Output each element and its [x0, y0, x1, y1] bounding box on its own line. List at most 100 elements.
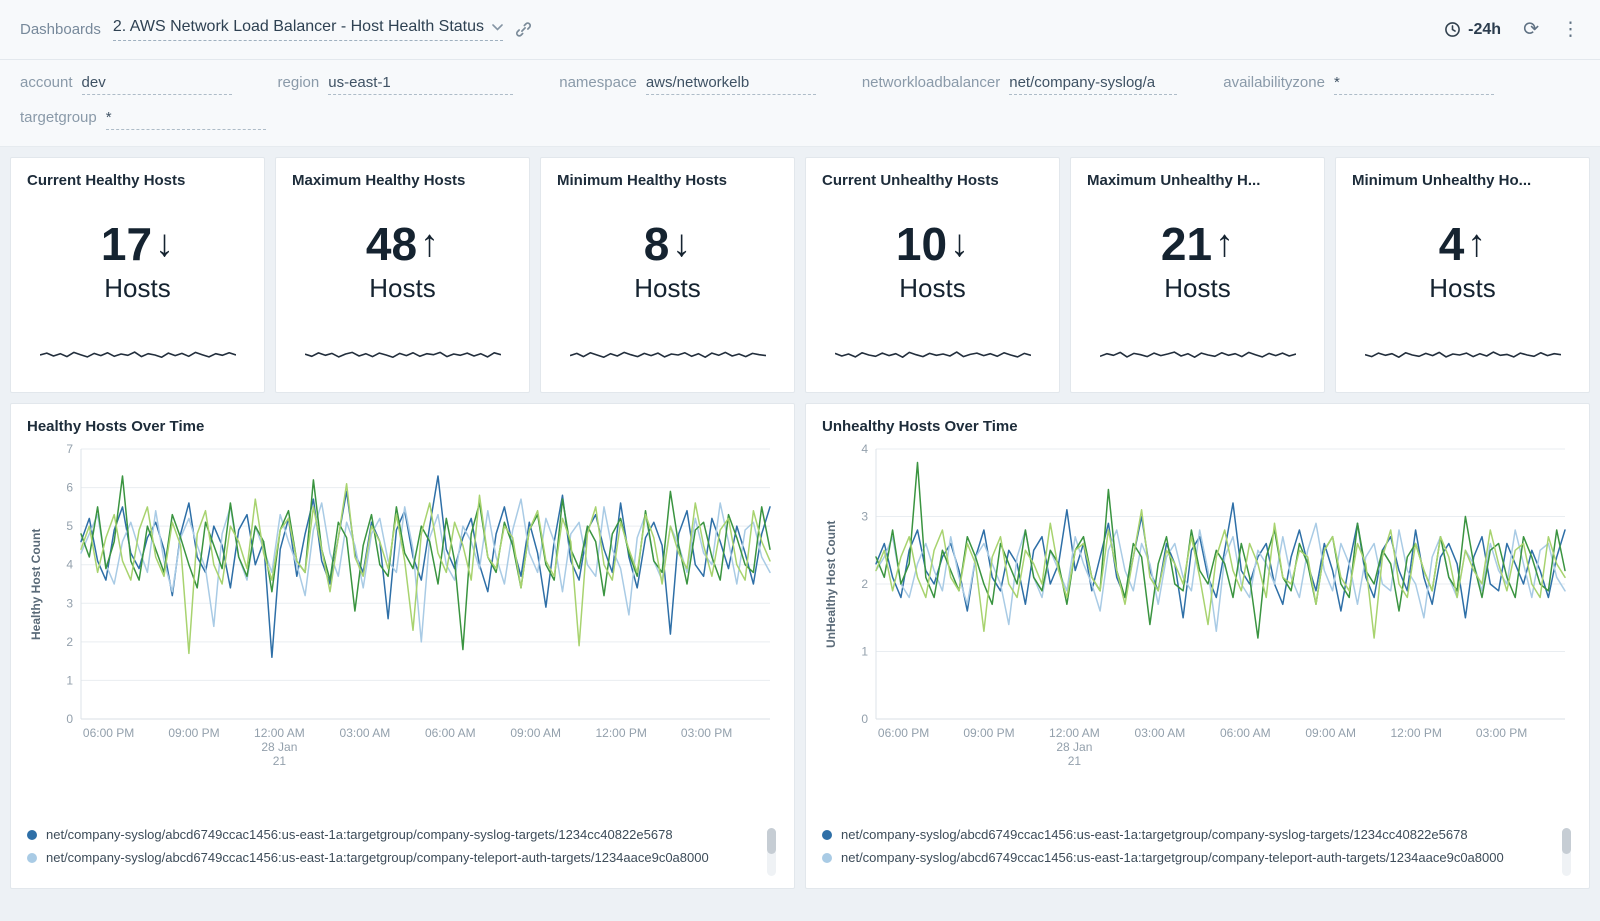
stat-value: 10↓ [896, 221, 969, 267]
top-bar-right: -24h ⟳ ⋮ [1444, 18, 1580, 41]
time-range-value: -24h [1468, 21, 1501, 39]
filter-label: networkloadbalancer [862, 74, 1000, 91]
svg-text:12:00 AM28 Jan21: 12:00 AM28 Jan21 [1049, 726, 1100, 768]
panel-minimum-unhealthy-hosts: Minimum Unhealthy Ho... 4↑ Hosts [1335, 157, 1590, 393]
svg-text:06:00 PM: 06:00 PM [878, 726, 929, 740]
svg-text:3: 3 [66, 596, 73, 610]
stat-content: 21↑ Hosts [1087, 181, 1308, 344]
stat-value: 4↑ [1439, 221, 1487, 267]
stat-number: 21 [1161, 221, 1212, 267]
stat-content: 10↓ Hosts [822, 181, 1043, 344]
legend-item[interactable]: net/company-syslog/abcd6749ccac1456:us-e… [27, 849, 756, 867]
svg-text:09:00 AM: 09:00 AM [1305, 726, 1356, 740]
svg-text:12:00 PM: 12:00 PM [596, 726, 647, 740]
stat-unit: Hosts [1164, 273, 1230, 304]
svg-text:03:00 PM: 03:00 PM [1476, 726, 1527, 740]
y-axis-label: Healthy Host Count [27, 439, 45, 729]
dashboard-title: 2. AWS Network Load Balancer - Host Heal… [113, 18, 484, 36]
filter-value-input[interactable]: * [1334, 74, 1494, 95]
svg-text:0: 0 [66, 712, 73, 726]
chart-plot[interactable]: 0123456706:00 PM09:00 PM12:00 AM28 Jan21… [45, 439, 778, 826]
breadcrumb[interactable]: Dashboards [20, 21, 101, 38]
trend-up-icon: ↑ [420, 225, 439, 263]
filter-value-input[interactable]: dev [82, 74, 232, 95]
legend-scrollbar-thumb[interactable] [767, 828, 776, 854]
stat-unit: Hosts [1429, 273, 1495, 304]
sparkline [1100, 344, 1296, 366]
svg-text:4: 4 [66, 558, 73, 572]
svg-text:12:00 AM28 Jan21: 12:00 AM28 Jan21 [254, 726, 305, 768]
filter-namespace: namespace aws/networkelb [559, 74, 816, 95]
trend-down-icon: ↓ [155, 225, 174, 263]
refresh-icon[interactable]: ⟳ [1523, 18, 1539, 41]
filter-label: availabilityzone [1223, 74, 1325, 91]
panel-unhealthy-hosts-over-time: Unhealthy Hosts Over Time UnHealthy Host… [805, 403, 1590, 889]
filter-targetgroup: targetgroup * [20, 109, 266, 130]
svg-text:09:00 PM: 09:00 PM [168, 726, 219, 740]
dashboard-title-dropdown[interactable]: 2. AWS Network Load Balancer - Host Heal… [113, 18, 503, 41]
filter-value-input[interactable]: net/company-syslog/a [1009, 74, 1177, 95]
trend-up-icon: ↑ [1467, 225, 1486, 263]
svg-text:0: 0 [861, 712, 868, 726]
sparkline [40, 344, 236, 366]
stat-content: 8↓ Hosts [557, 181, 778, 344]
filter-value-input[interactable]: * [106, 109, 266, 130]
chevron-down-icon [492, 24, 503, 31]
svg-text:06:00 AM: 06:00 AM [425, 726, 476, 740]
stat-number: 48 [366, 221, 417, 267]
stat-number: 17 [101, 221, 152, 267]
svg-text:3: 3 [861, 510, 868, 524]
svg-text:12:00 PM: 12:00 PM [1391, 726, 1442, 740]
panel-title: Healthy Hosts Over Time [27, 418, 778, 435]
filter-networkloadbalancer: networkloadbalancer net/company-syslog/a [862, 74, 1177, 95]
chart-legend: net/company-syslog/abcd6749ccac1456:us-e… [27, 826, 778, 878]
svg-text:09:00 AM: 09:00 AM [510, 726, 561, 740]
share-link-icon[interactable] [515, 21, 532, 38]
top-bar-left: Dashboards 2. AWS Network Load Balancer … [20, 18, 532, 41]
filter-bar: account dev region us-east-1 namespace a… [0, 60, 1600, 147]
link-icon [515, 21, 532, 38]
filter-label: region [278, 74, 320, 91]
chart-body: UnHealthy Host Count 0123406:00 PM09:00 … [822, 439, 1573, 826]
stat-value: 17↓ [101, 221, 174, 267]
legend-scrollbar[interactable] [767, 828, 776, 876]
sparkline [1365, 344, 1561, 366]
filter-label: targetgroup [20, 109, 97, 126]
panel-maximum-unhealthy-hosts: Maximum Unhealthy H... 21↑ Hosts [1070, 157, 1325, 393]
chart-legend: net/company-syslog/abcd6749ccac1456:us-e… [822, 826, 1573, 878]
filter-region: region us-east-1 [278, 74, 514, 95]
stat-value: 48↑ [366, 221, 439, 267]
legend-item[interactable]: net/company-syslog/abcd6749ccac1456:us-e… [27, 826, 756, 844]
clock-icon [1444, 21, 1461, 38]
stat-panel-row: Current Healthy Hosts 17↓ Hosts Maximum … [10, 157, 1590, 393]
filter-availabilityzone: availabilityzone * [1223, 74, 1494, 95]
legend-scrollbar-thumb[interactable] [1562, 828, 1571, 854]
legend-item[interactable]: net/company-syslog/abcd6749ccac1456:us-e… [822, 826, 1551, 844]
panel-current-healthy-hosts: Current Healthy Hosts 17↓ Hosts [10, 157, 265, 393]
legend-label: net/company-syslog/abcd6749ccac1456:us-e… [841, 826, 1468, 844]
stat-number: 4 [1439, 221, 1465, 267]
filter-value-input[interactable]: aws/networkelb [646, 74, 816, 95]
stat-unit: Hosts [369, 273, 435, 304]
panel-healthy-hosts-over-time: Healthy Hosts Over Time Healthy Host Cou… [10, 403, 795, 889]
svg-text:03:00 PM: 03:00 PM [681, 726, 732, 740]
stat-unit: Hosts [634, 273, 700, 304]
svg-text:09:00 PM: 09:00 PM [963, 726, 1014, 740]
legend-scrollbar[interactable] [1562, 828, 1571, 876]
svg-text:5: 5 [66, 519, 73, 533]
legend-label: net/company-syslog/abcd6749ccac1456:us-e… [841, 849, 1504, 867]
panel-maximum-healthy-hosts: Maximum Healthy Hosts 48↑ Hosts [275, 157, 530, 393]
legend-item[interactable]: net/company-syslog/abcd6749ccac1456:us-e… [822, 849, 1551, 867]
filter-label: namespace [559, 74, 637, 91]
legend-color-dot [822, 830, 832, 840]
filter-value-input[interactable]: us-east-1 [328, 74, 513, 95]
kebab-menu-icon[interactable]: ⋮ [1561, 18, 1580, 41]
stat-number: 10 [896, 221, 947, 267]
chart-panel-row: Healthy Hosts Over Time Healthy Host Cou… [10, 403, 1590, 889]
panel-title: Unhealthy Hosts Over Time [822, 418, 1573, 435]
chart-body: Healthy Host Count 0123456706:00 PM09:00… [27, 439, 778, 826]
stat-unit: Hosts [104, 273, 170, 304]
stat-value: 21↑ [1161, 221, 1234, 267]
chart-plot[interactable]: 0123406:00 PM09:00 PM12:00 AM28 Jan2103:… [840, 439, 1573, 826]
time-range-selector[interactable]: -24h [1444, 21, 1501, 39]
